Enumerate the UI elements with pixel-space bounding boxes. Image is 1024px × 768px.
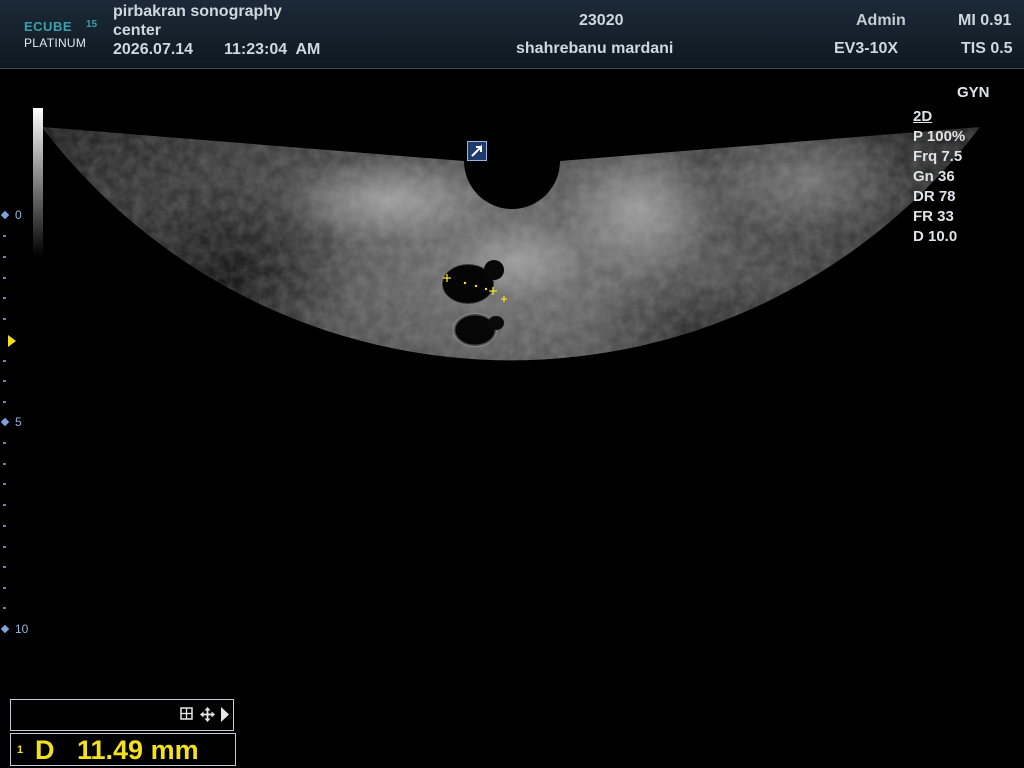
play-arrow-icon[interactable] bbox=[220, 707, 234, 722]
depth-label-10: 10 bbox=[15, 622, 29, 636]
depth-scale: 0 5 10 bbox=[0, 0, 40, 768]
depth-tick bbox=[3, 525, 6, 527]
depth-tick bbox=[3, 546, 6, 548]
depth-tick bbox=[3, 566, 6, 568]
depth-tick bbox=[3, 504, 6, 506]
depth-value: D 10.0 bbox=[913, 228, 958, 245]
sector-scan bbox=[42, 127, 980, 361]
measurement-label: D bbox=[35, 735, 55, 765]
depth-label-5: 5 bbox=[15, 415, 22, 429]
ultrasound-screen: ECUBE 15 PLATINUM pirbakran sonography c… bbox=[0, 0, 1024, 768]
depth-tick bbox=[3, 380, 6, 382]
imaging-mode[interactable]: 2D bbox=[913, 108, 932, 125]
depth-tick bbox=[3, 360, 6, 362]
orientation-marker-icon bbox=[467, 141, 487, 161]
measurement-value: 11.49 mm bbox=[77, 735, 199, 765]
application-preset[interactable]: GYN bbox=[957, 84, 990, 101]
depth-tick bbox=[3, 442, 6, 444]
depth-major-tick bbox=[0, 210, 10, 220]
depth-tick bbox=[3, 297, 6, 299]
depth-tick bbox=[3, 318, 6, 320]
depth-tick bbox=[3, 483, 6, 485]
measurement-toolbar bbox=[10, 699, 234, 731]
depth-major-tick bbox=[0, 417, 10, 427]
move-icon[interactable] bbox=[200, 707, 215, 722]
focus-marker-icon[interactable] bbox=[8, 335, 16, 347]
depth-tick bbox=[3, 587, 6, 589]
dynamic-range-value: DR 78 bbox=[913, 188, 956, 205]
depth-tick bbox=[3, 235, 6, 237]
measurement-result[interactable]: 1 D 11.49 mm bbox=[10, 733, 236, 766]
depth-tick bbox=[3, 463, 6, 465]
power-value: P 100% bbox=[913, 128, 966, 145]
depth-tick bbox=[3, 256, 6, 258]
depth-tick bbox=[3, 401, 6, 403]
depth-label-0: 0 bbox=[15, 208, 22, 222]
frequency-value: Frq 7.5 bbox=[913, 148, 963, 165]
gain-value: Gn 36 bbox=[913, 168, 955, 185]
measurement-index: 1 bbox=[17, 744, 24, 756]
depth-tick bbox=[3, 277, 6, 279]
grid-icon[interactable] bbox=[180, 707, 194, 721]
ultrasound-image[interactable] bbox=[0, 0, 1024, 768]
frame-rate-value: FR 33 bbox=[913, 208, 954, 225]
depth-tick bbox=[3, 607, 6, 609]
depth-major-tick bbox=[0, 624, 10, 634]
